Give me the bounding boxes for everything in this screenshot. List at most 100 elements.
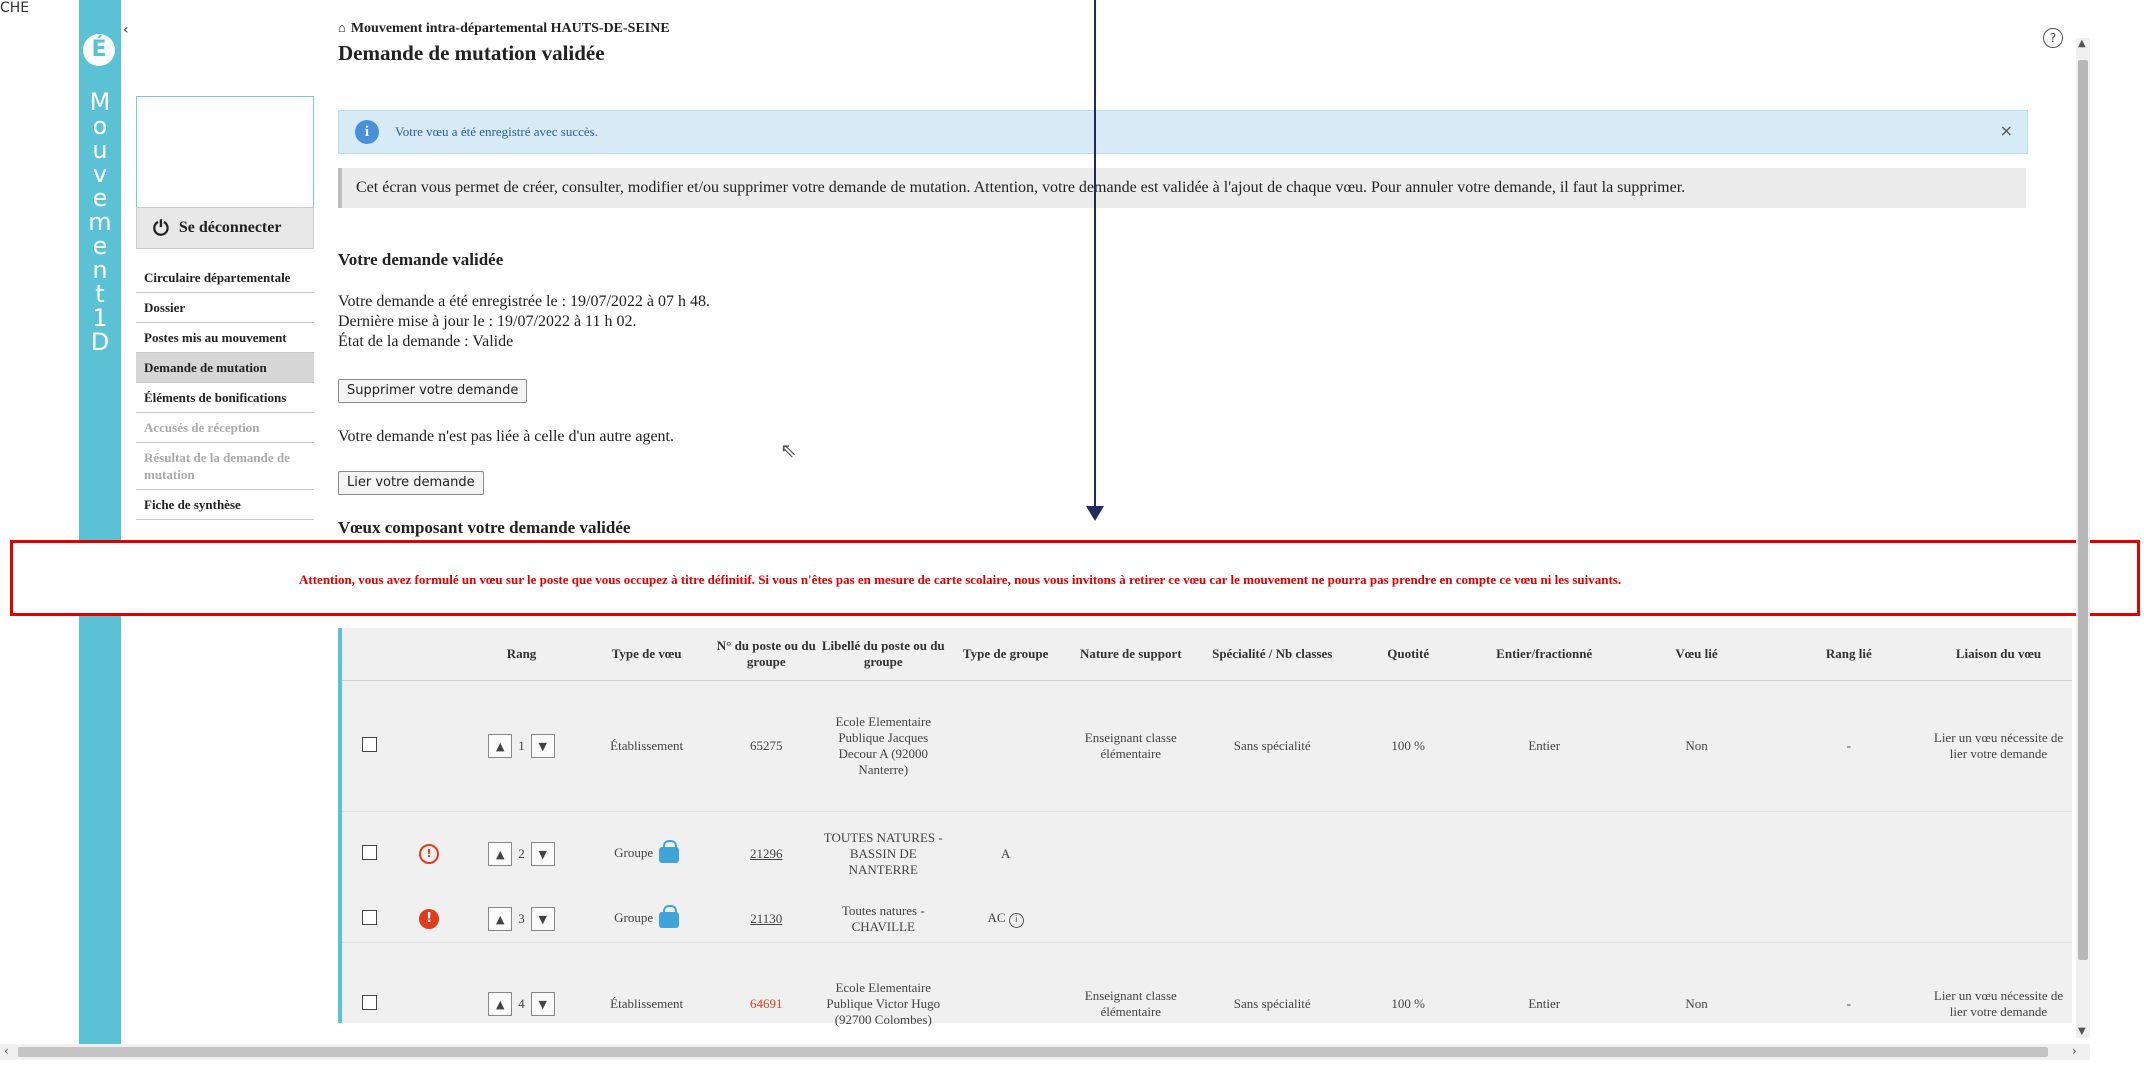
specialite: Sans spécialité — [1196, 681, 1348, 812]
sidebar-item-bonifications[interactable]: Éléments de bonifications — [136, 383, 314, 413]
sidebar-item-postes[interactable]: Postes mis au mouvement — [136, 323, 314, 353]
breadcrumb: ⌂ Mouvement intra-départemental HAUTS-DE-… — [338, 20, 2058, 37]
vertical-scrollbar[interactable]: ▲ ▼ — [2076, 38, 2090, 1038]
sidebar-item-fiche-synthese[interactable]: Fiche de synthèse — [136, 490, 314, 520]
help-icon[interactable]: ? — [2043, 28, 2063, 48]
delete-request-button[interactable]: Supprimer votre demande — [338, 379, 527, 403]
close-icon[interactable]: × — [2000, 121, 2013, 140]
rang-lie: - — [1773, 681, 1925, 812]
voeu-type: Groupe — [614, 910, 653, 925]
table-row: ▲1▼ Établissement 65275 Ecole Elementair… — [342, 681, 2072, 812]
sidebar-item-circulaire[interactable]: Circulaire départementale — [136, 263, 314, 293]
sidebar: ⏻ Se déconnecter Circulaire départementa… — [136, 96, 314, 520]
page-title: Demande de mutation validée — [338, 41, 2058, 66]
registered-date: Votre demande a été enregistrée le : 19/… — [338, 292, 710, 312]
row-checkbox[interactable] — [362, 845, 377, 860]
warning-outline-icon: ! — [419, 844, 439, 864]
rank-down-button[interactable]: ▼ — [531, 842, 555, 866]
col-nature-support: Nature de support — [1066, 628, 1197, 681]
section-title-demande: Votre demande validée — [338, 250, 503, 270]
home-icon[interactable]: ⌂ — [338, 20, 346, 35]
app-brand-bar: É Mouvement 1D — [79, 0, 121, 1045]
nature-support: Enseignant classe élémentaire — [1066, 681, 1197, 812]
rank-down-button[interactable]: ▼ — [531, 907, 555, 931]
horizontal-scrollbar[interactable]: ‹ › — [0, 1044, 2090, 1060]
logout-button[interactable]: ⏻ Se déconnecter — [136, 207, 314, 249]
rank-up-button[interactable]: ▲ — [488, 907, 512, 931]
col-type-groupe: Type de groupe — [946, 628, 1066, 681]
group-type: AC — [988, 910, 1006, 925]
notice-banner: Cet écran vous permet de créer, consulte… — [338, 168, 2026, 208]
annotation-arrow — [1094, 0, 1096, 508]
rank-up-button[interactable]: ▲ — [488, 734, 512, 758]
row-checkbox[interactable] — [362, 737, 377, 752]
logout-label: Se déconnecter — [179, 219, 282, 237]
col-voeu-lie: Vœu lié — [1620, 628, 1772, 681]
rank-up-button[interactable]: ▲ — [488, 842, 512, 866]
sidebar-item-accuses: Accusés de réception — [136, 413, 314, 443]
section-title-voeux: Vœux composant votre demande validée — [338, 518, 630, 538]
col-rang: Rang — [462, 628, 582, 681]
group-type — [946, 681, 1066, 812]
voeu-lie: Non — [1620, 681, 1772, 812]
poste-libelle: Ecole Elementaire Publique Jacques Decou… — [821, 681, 946, 812]
warning-banner: Attention, vous avez formulé un vœu sur … — [10, 540, 2140, 616]
table-row: ! ▲2▼ Groupe 21296 TOUTES NATURES - BASS… — [342, 812, 2072, 897]
rank-up-button[interactable]: ▲ — [488, 992, 512, 1016]
vertical-scroll-thumb[interactable] — [2078, 60, 2088, 960]
col-libelle: Libellé du poste ou du groupe — [821, 628, 946, 681]
col-type-voeu: Type de vœu — [581, 628, 712, 681]
main-header: ⌂ Mouvement intra-départemental HAUTS-DE-… — [338, 20, 2058, 66]
demande-info: Votre demande a été enregistrée le : 19/… — [338, 292, 710, 352]
sidebar-item-demande-mutation[interactable]: Demande de mutation — [136, 353, 314, 383]
liaison-voeu: Lier un vœu nécessite de lier votre dema… — [1925, 681, 2072, 812]
quotite: 100 % — [1348, 681, 1468, 812]
success-alert: i Votre vœu a été enregistré avec succès… — [338, 110, 2028, 154]
poste-number-link[interactable]: 21296 — [712, 812, 821, 897]
sidebar-item-resultat: Résultat de la demande de mutation — [136, 443, 314, 490]
row-checkbox[interactable] — [362, 910, 377, 925]
table-row: ! ▲3▼ Groupe 21130 Toutes natures - CHAV… — [342, 896, 2072, 943]
info-icon: i — [355, 120, 379, 144]
col-specialite: Spécialité / Nb classes — [1196, 628, 1348, 681]
entier-fractionne: Entier — [1468, 681, 1620, 812]
warning-text: Attention, vous avez formulé un vœu sur … — [299, 572, 1621, 588]
success-alert-text: Votre vœu a été enregistré avec succès. — [395, 124, 598, 140]
poste-number: 65275 — [712, 681, 821, 812]
breadcrumb-text: Mouvement intra-départemental HAUTS-DE-S… — [351, 21, 670, 36]
scroll-up-icon[interactable]: ▲ — [2078, 38, 2086, 49]
col-quotite: Quotité — [1348, 628, 1468, 681]
collapse-sidebar-icon[interactable]: ‹ — [123, 22, 129, 38]
demande-state: État de la demande : Valide — [338, 332, 710, 352]
scroll-left-icon[interactable]: ‹ — [4, 1044, 9, 1058]
user-panel — [136, 96, 314, 207]
rank-down-button[interactable]: ▼ — [531, 992, 555, 1016]
poste-libelle: TOUTES NATURES - BASSIN DE NANTERRE — [821, 812, 946, 897]
poste-number-link[interactable]: 21130 — [712, 896, 821, 943]
power-icon: ⏻ — [153, 216, 169, 240]
logo-icon[interactable]: É — [83, 34, 115, 66]
col-rang-lie: Rang lié — [1773, 628, 1925, 681]
col-entier: Entier/fractionné — [1468, 628, 1620, 681]
link-request-button[interactable]: Lier votre demande — [338, 471, 484, 495]
voeu-type: Établissement — [581, 681, 712, 812]
annotation-arrow-head — [1086, 506, 1104, 521]
scroll-down-icon[interactable]: ▼ — [2078, 1026, 2086, 1037]
not-linked-text: Votre demande n'est pas liée à celle d'u… — [338, 428, 674, 446]
scroll-right-icon[interactable]: › — [2072, 1044, 2077, 1058]
horizontal-scroll-thumb[interactable] — [18, 1047, 2048, 1057]
table-header-row: Rang Type de vœu N° du poste ou du group… — [342, 628, 2072, 681]
sidebar-item-dossier[interactable]: Dossier — [136, 293, 314, 323]
warning-filled-icon: ! — [419, 909, 439, 929]
voeu-type: Groupe — [614, 845, 653, 860]
voeux-table: Rang Type de vœu N° du poste ou du group… — [338, 628, 2072, 1023]
info-icon[interactable]: i — [1009, 913, 1024, 928]
mouse-cursor-icon: ⇖ — [780, 438, 797, 462]
sidebar-menu: Circulaire départementale Dossier Postes… — [136, 263, 314, 520]
row-checkbox[interactable] — [362, 995, 377, 1010]
corner-label: CHE — [0, 0, 29, 16]
lock-icon — [659, 847, 679, 863]
lock-icon — [659, 912, 679, 928]
last-update-date: Dernière mise à jour le : 19/07/2022 à 1… — [338, 312, 710, 332]
rank-down-button[interactable]: ▼ — [531, 734, 555, 758]
